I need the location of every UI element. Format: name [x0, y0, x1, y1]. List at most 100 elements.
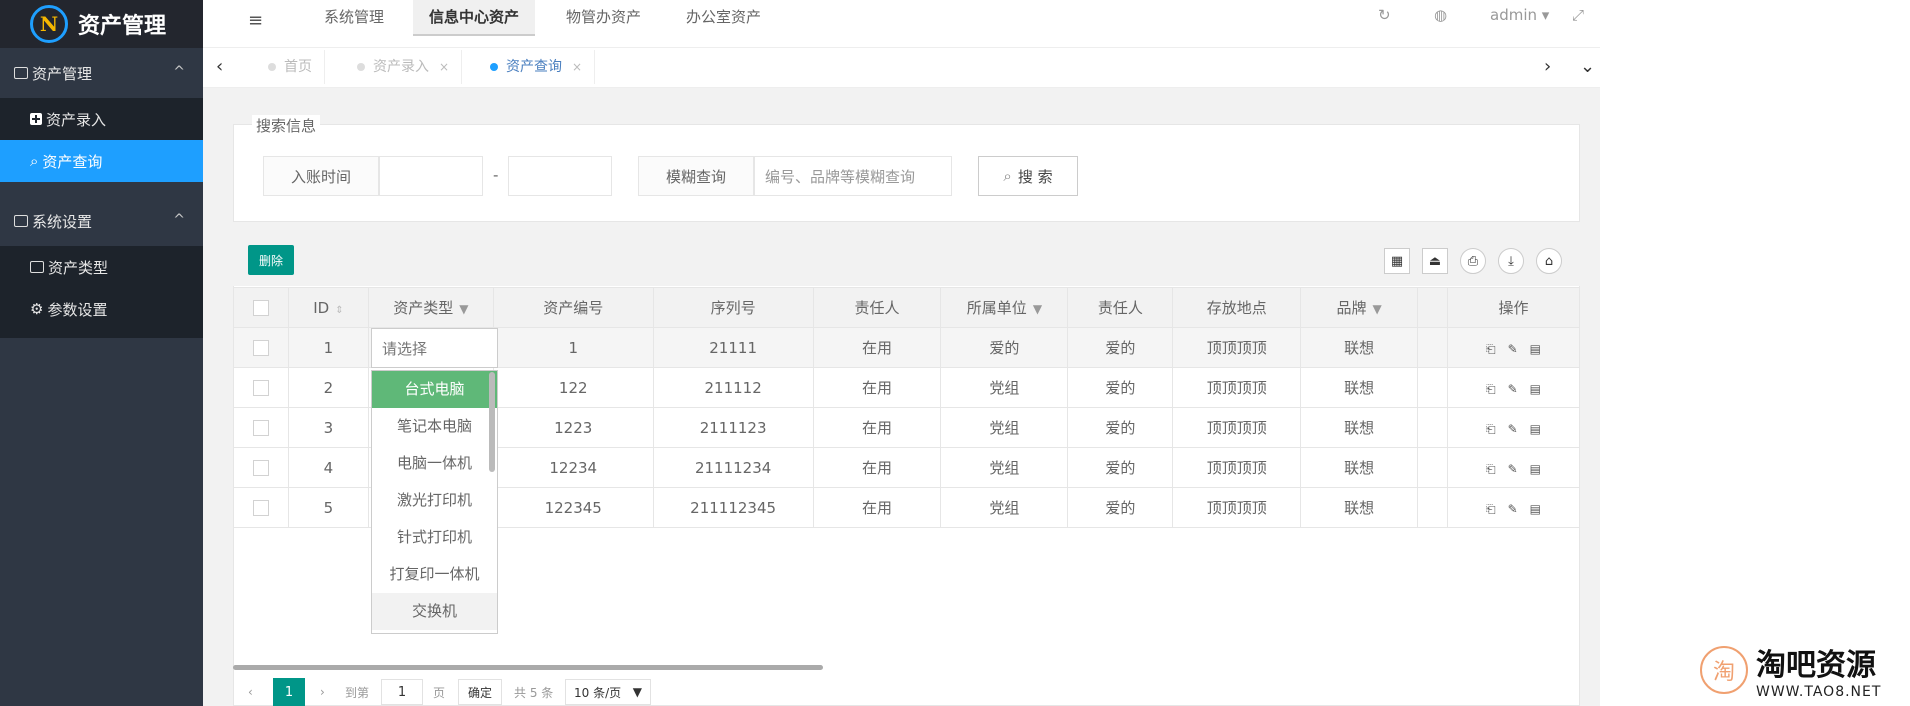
- page-tab-home[interactable]: 首页: [256, 50, 325, 84]
- pager-prev[interactable]: ‹: [248, 678, 253, 706]
- columns-icon[interactable]: ▦: [1384, 248, 1410, 274]
- checkbox[interactable]: [252, 500, 269, 516]
- row-checkbox-cell[interactable]: [233, 407, 289, 448]
- chevron-up-icon: ^: [173, 64, 185, 80]
- option-switch[interactable]: 交换机: [372, 593, 497, 630]
- table-header-row: ID ⇕ 资产类型 ▼ 资产编号 序列号 责任人 所属单位 ▼ 责任人 存放地点 品牌…: [233, 287, 1580, 328]
- checkbox[interactable]: [252, 460, 269, 476]
- sidebar-item-asset-type[interactable]: 资产类型: [0, 246, 203, 288]
- tabs-next-icon[interactable]: ›: [1544, 56, 1551, 77]
- dot-icon: [490, 63, 498, 71]
- table-horizontal-scrollbar[interactable]: [233, 665, 823, 670]
- sidebar-item-label: 参数设置: [47, 300, 108, 319]
- checkbox[interactable]: [252, 340, 269, 356]
- top-tab-system[interactable]: 系统管理: [308, 0, 400, 36]
- search-button[interactable]: ⌕ 搜 索: [978, 156, 1078, 196]
- card-icon: [30, 261, 44, 273]
- date-start-input[interactable]: [379, 156, 483, 196]
- top-tab-info-center[interactable]: 信息中心资产: [413, 0, 536, 36]
- header-id[interactable]: ID ⇕: [287, 287, 369, 328]
- option-all-in-one[interactable]: 电脑一体机: [372, 445, 497, 482]
- row-checkbox-cell[interactable]: [233, 367, 289, 408]
- option-mfp[interactable]: 打复印一体机: [372, 556, 497, 593]
- sidebar-item-parameter-settings[interactable]: ⚙ 参数设置: [0, 288, 203, 330]
- app-logo[interactable]: N 资产管理: [0, 0, 203, 48]
- pager-current-page[interactable]: 1: [273, 678, 305, 706]
- watermark-seal-icon: 淘: [1700, 646, 1748, 694]
- watermark-seal-char: 淘: [1712, 660, 1735, 685]
- details-icon[interactable]: ▤: [1530, 422, 1541, 436]
- option-desktop[interactable]: 台式电脑: [372, 371, 497, 408]
- theme-icon[interactable]: ◍: [1434, 6, 1447, 24]
- save-icon[interactable]: ⎗: [1486, 502, 1496, 517]
- edit-icon[interactable]: ✎: [1508, 342, 1518, 356]
- row-checkbox-cell[interactable]: [233, 327, 289, 368]
- delete-button[interactable]: 删除: [248, 245, 294, 275]
- fullscreen-icon[interactable]: ⤢: [1572, 6, 1584, 24]
- row-checkbox-cell[interactable]: [233, 447, 289, 488]
- cell-status: 在用: [812, 487, 942, 528]
- fuzzy-search-input[interactable]: 编号、品牌等模糊查询: [754, 156, 952, 196]
- menu-toggle-icon[interactable]: ≡: [248, 10, 270, 32]
- pager-per-page-select[interactable]: 10 条/页 ▼: [565, 679, 651, 705]
- dropdown-scrollbar[interactable]: [489, 372, 495, 472]
- header-unit[interactable]: 所属单位 ▼: [940, 287, 1069, 328]
- details-icon[interactable]: ▤: [1530, 342, 1541, 356]
- details-icon[interactable]: ▤: [1530, 502, 1541, 516]
- header-checkbox[interactable]: [233, 287, 289, 328]
- filter-icon[interactable]: ▼: [459, 302, 468, 316]
- sidebar-group-asset-management[interactable]: 资产管理 ^: [0, 48, 203, 98]
- date-end-input[interactable]: [508, 156, 612, 196]
- cell-status: 在用: [812, 327, 942, 368]
- page-tab-asset-entry[interactable]: 资产录入 ×: [345, 50, 463, 84]
- book-icon[interactable]: ⌂: [1536, 248, 1562, 274]
- edit-icon[interactable]: ✎: [1508, 382, 1518, 396]
- save-icon[interactable]: ⎗: [1486, 422, 1496, 437]
- save-icon[interactable]: ⎗: [1486, 462, 1496, 477]
- cell-serial: 211112: [652, 367, 814, 408]
- tabs-more-icon[interactable]: ⌄: [1580, 56, 1595, 77]
- option-dot-matrix-printer[interactable]: 针式打印机: [372, 519, 497, 556]
- pager-goto-input[interactable]: 1: [381, 679, 423, 705]
- filter-icon[interactable]: ▼: [1033, 302, 1042, 316]
- option-laptop[interactable]: 笔记本电脑: [372, 408, 497, 445]
- refresh-icon[interactable]: ↻: [1378, 6, 1391, 24]
- details-icon[interactable]: ▤: [1530, 462, 1541, 476]
- sort-icon[interactable]: ⇕: [335, 305, 343, 316]
- export-icon[interactable]: ⏏: [1422, 248, 1448, 274]
- close-icon[interactable]: ×: [439, 50, 449, 84]
- checkbox[interactable]: [252, 380, 269, 396]
- pager-confirm-button[interactable]: 确定: [458, 679, 502, 705]
- row-checkbox-cell[interactable]: [233, 487, 289, 528]
- download-icon[interactable]: ⤓: [1498, 248, 1524, 274]
- close-icon[interactable]: ×: [572, 50, 582, 84]
- sidebar-item-asset-query[interactable]: ⌕ 资产查询: [0, 140, 203, 182]
- details-icon[interactable]: ▤: [1530, 382, 1541, 396]
- filter-icon[interactable]: ▼: [1373, 302, 1382, 316]
- header-label: 品牌: [1336, 299, 1367, 317]
- asset-type-select[interactable]: 请选择: [371, 328, 498, 368]
- pager-goto-label: 到第: [345, 685, 370, 700]
- tabs-prev-icon[interactable]: ‹: [216, 56, 223, 77]
- save-icon[interactable]: ⎗: [1486, 382, 1496, 397]
- edit-icon[interactable]: ✎: [1508, 462, 1518, 476]
- header-brand[interactable]: 品牌 ▼: [1300, 287, 1419, 328]
- sidebar-group-system-settings[interactable]: 系统设置 ^: [0, 196, 203, 246]
- pager-next[interactable]: ›: [320, 678, 325, 706]
- edit-icon[interactable]: ✎: [1508, 422, 1518, 436]
- header-asset-type[interactable]: 资产类型 ▼: [367, 287, 494, 328]
- page-tab-asset-query[interactable]: 资产查询 ×: [478, 50, 596, 84]
- print-icon[interactable]: ⎙: [1460, 248, 1486, 274]
- cell-asset-code: 1223: [492, 407, 654, 448]
- save-icon[interactable]: ⎗: [1486, 342, 1496, 357]
- sidebar-item-asset-entry[interactable]: 资产录入: [0, 98, 203, 140]
- asset-type-options: 台式电脑 笔记本电脑 电脑一体机 激光打印机 针式打印机 打复印一体机 交换机: [371, 370, 498, 634]
- checkbox[interactable]: [252, 300, 269, 316]
- top-tab-office[interactable]: 办公室资产: [670, 0, 777, 36]
- option-laser-printer[interactable]: 激光打印机: [372, 482, 497, 519]
- top-tab-property[interactable]: 物管办资产: [550, 0, 657, 36]
- checkbox[interactable]: [252, 420, 269, 436]
- cell-brand: 联想: [1300, 447, 1419, 488]
- edit-icon[interactable]: ✎: [1508, 502, 1518, 516]
- user-menu[interactable]: admin ▾: [1490, 6, 1549, 24]
